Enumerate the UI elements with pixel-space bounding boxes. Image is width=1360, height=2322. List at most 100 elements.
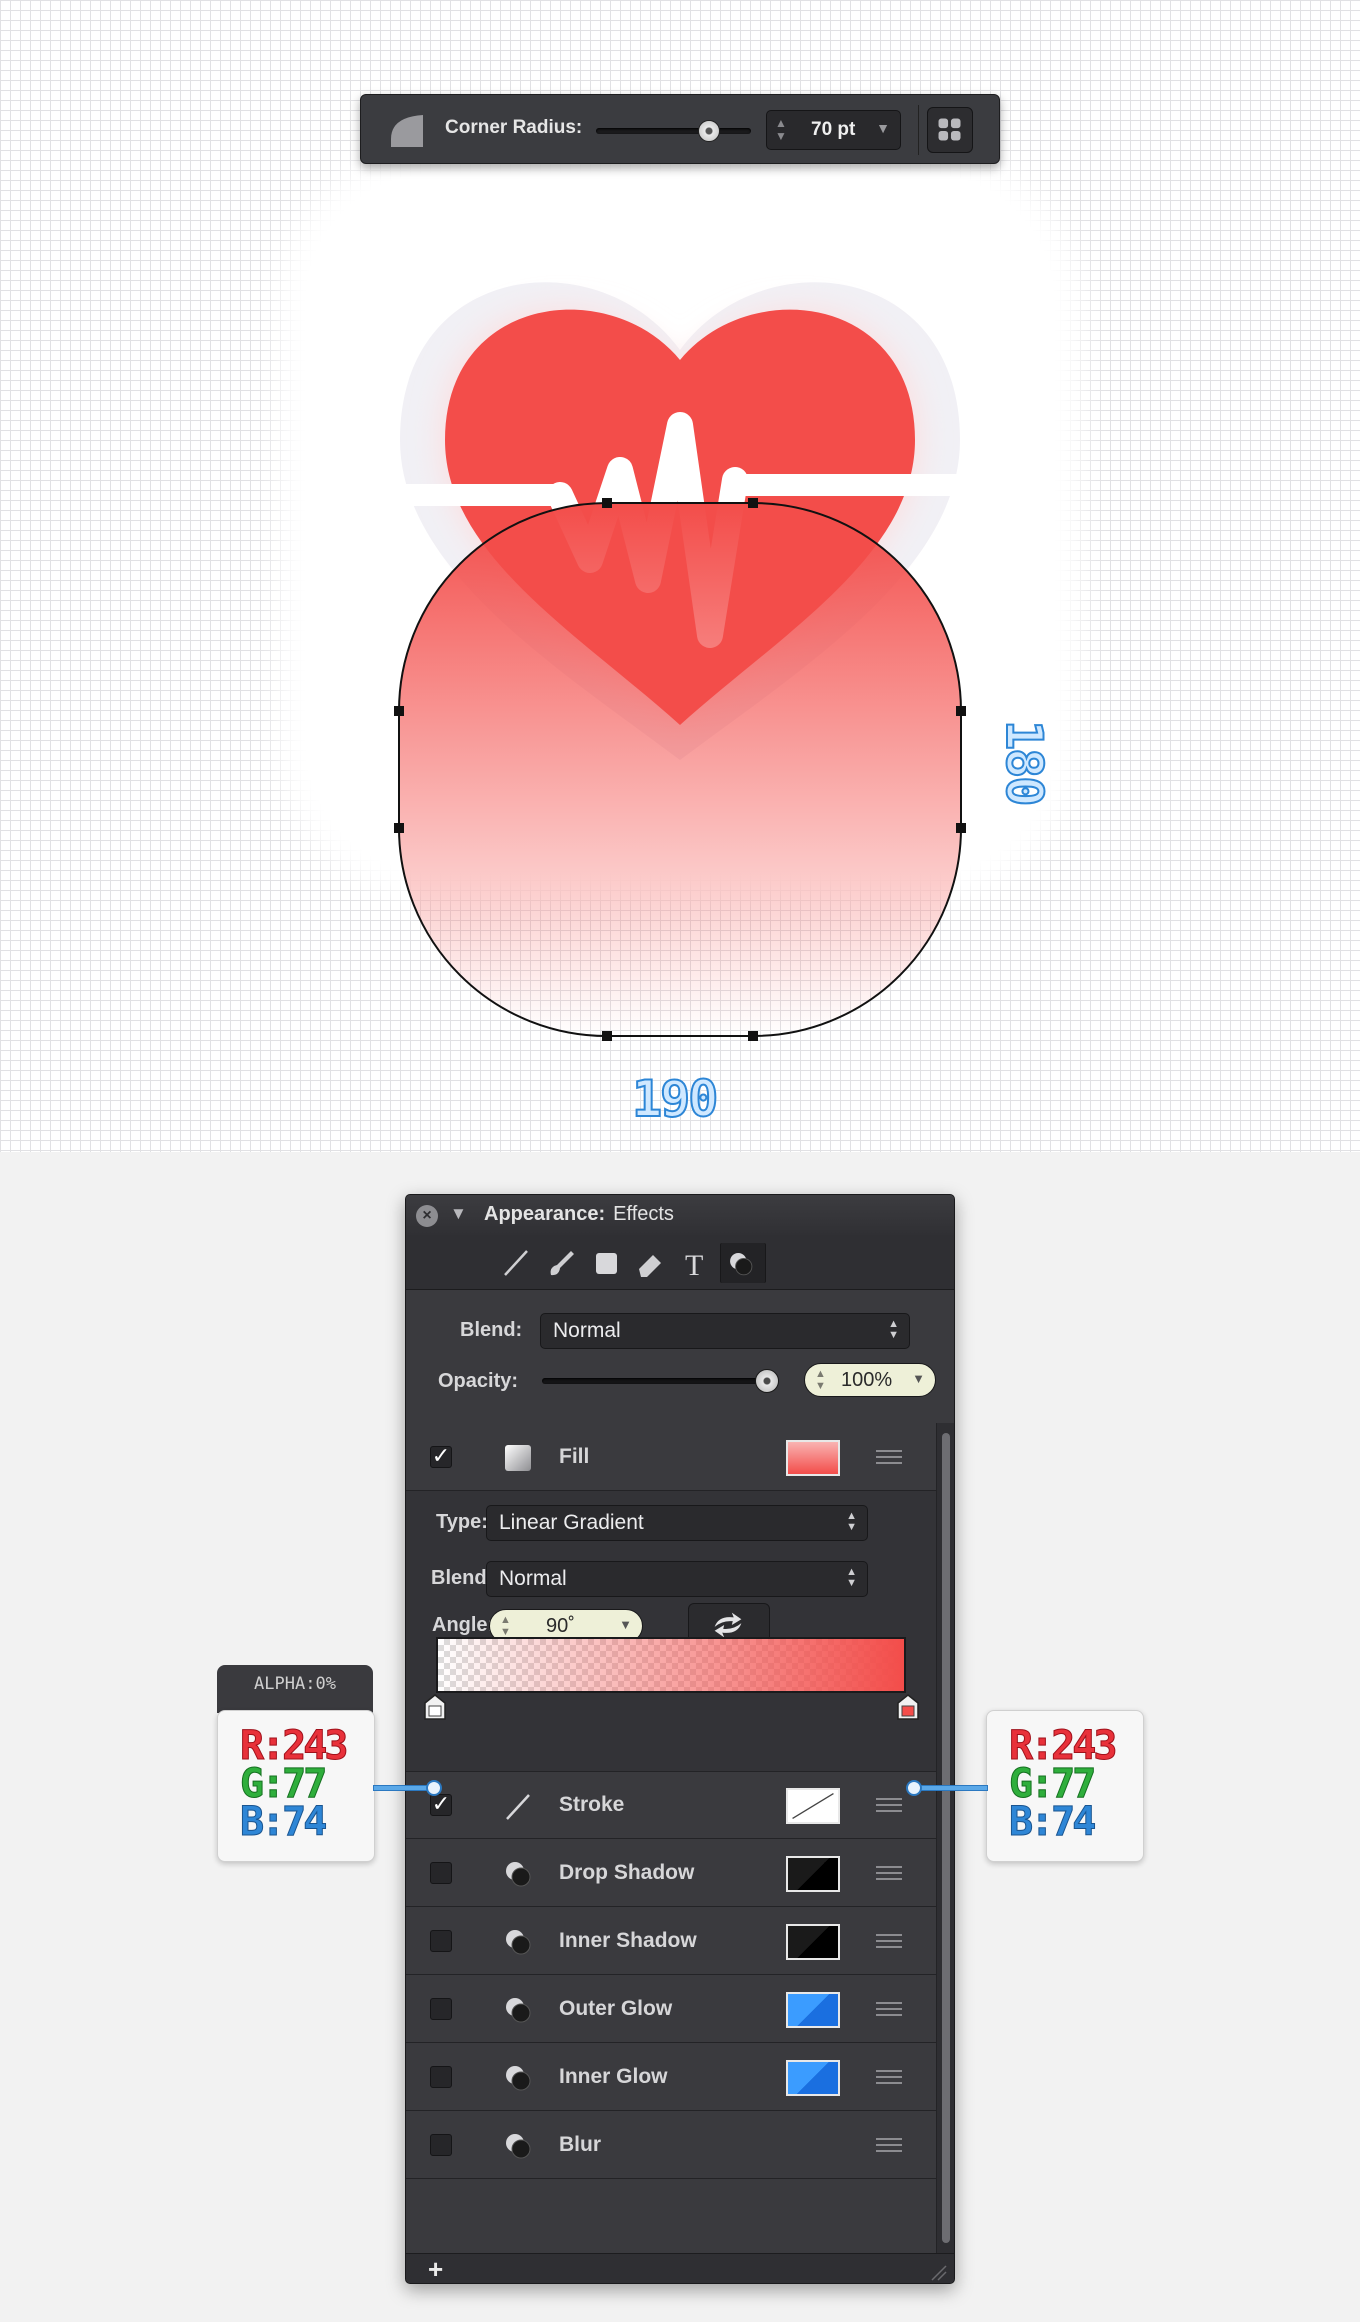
corner-radius-icon [391,115,423,147]
stepper-arrows-icon[interactable]: ▲ ▼ [775,117,787,143]
effect-row-outer-glow[interactable]: Outer Glow [406,1975,936,2043]
effect-row-blur[interactable]: Blur [406,2111,936,2179]
stepper-arrows-icon[interactable]: ▲ ▼ [815,1368,826,1392]
panel-title-subtitle: Effects [613,1203,674,1225]
inner-shadow-label: Inner Shadow [559,1929,697,1952]
stroke-icon [506,1794,530,1820]
fill-blend-dropdown[interactable]: Normal ▲ ▼ [486,1561,868,1597]
add-effect-button[interactable]: + [428,2254,443,2283]
corner-radius-label: Corner Radius: [445,117,583,138]
fill-swatch[interactable] [786,1440,840,1476]
blend-label: Blend: [460,1319,523,1341]
updown-arrows-icon[interactable]: ▲ ▼ [846,1567,857,1589]
outer-glow-checkbox[interactable] [430,1998,452,2020]
chevron-down-icon[interactable]: ▼ [619,1617,632,1632]
opacity-stepper[interactable]: ▲ ▼ 100% ▼ [804,1363,936,1397]
effect-row-fill[interactable]: ✓ Fill [406,1423,936,1491]
inner-shadow-swatch[interactable] [786,1924,840,1960]
effect-circles-icon [506,1930,531,1955]
drag-handle-icon[interactable] [876,1866,902,1882]
effect-row-drop-shadow[interactable]: Drop Shadow [406,1839,936,1907]
drag-handle-icon[interactable] [876,1450,902,1466]
effect-circles-icon [506,1998,531,2023]
fill-checkbox[interactable]: ✓ [430,1445,452,1468]
stepper-arrows-icon[interactable]: ▲ ▼ [500,1614,511,1638]
panel-footer: + [406,2253,954,2283]
fill-section: ✓ Fill Type: Linear Gradient ▲ ▼ Blend: N… [406,1423,936,1772]
height-dimension-label: 180 [994,719,1054,805]
resize-grip-icon[interactable] [928,2262,948,2282]
angle-value[interactable]: 90˚ [546,1615,575,1638]
chevron-down-icon[interactable]: ▼ [912,1371,925,1386]
tab-square-icon[interactable] [586,1243,626,1283]
appearance-panel: × ▼ Appearance: Effects T Blend: Normal ▲… [405,1194,955,2284]
corner-radius-slider-thumb[interactable] [697,120,720,142]
opacity-slider-thumb[interactable] [755,1369,779,1393]
right-connector [920,1785,988,1791]
opacity-value[interactable]: 100% [841,1369,892,1392]
chevron-down-icon[interactable]: ▼ [876,120,890,136]
corner-radius-stepper[interactable]: ▲ ▼ 70 pt ▼ [766,110,901,150]
updown-arrows-icon[interactable]: ▲ ▼ [846,1511,857,1533]
fill-blend-label: Blend: [431,1567,494,1589]
effect-row-stroke[interactable]: ✓ Stroke [406,1771,936,1839]
toolbar-divider [918,105,919,155]
artwork[interactable] [0,0,1360,1152]
tab-line-icon[interactable] [496,1243,536,1283]
width-dimension-label: 190 [631,1069,719,1129]
corner-radius-value[interactable]: 70 pt [811,119,855,141]
stroke-checkbox[interactable]: ✓ [430,1793,452,1816]
tab-brush-icon[interactable] [541,1243,581,1283]
drag-handle-icon[interactable] [876,2138,902,2154]
updown-arrows-icon[interactable]: ▲ ▼ [888,1319,899,1341]
tab-text-icon[interactable]: T [676,1243,716,1283]
effect-row-inner-glow[interactable]: Inner Glow [406,2043,936,2111]
rounded-rectangle[interactable] [398,502,962,1037]
tab-effects-icon[interactable] [720,1243,766,1283]
drag-handle-icon[interactable] [876,1934,902,1950]
corner-radius-toolbar: Corner Radius: ▲ ▼ 70 pt ▼ [360,94,1000,164]
blend-value[interactable]: Normal [553,1319,621,1343]
opacity-label: Opacity: [438,1370,519,1392]
stroke-label: Stroke [559,1793,625,1816]
drop-shadow-swatch[interactable] [786,1856,840,1892]
gradient-preview-bar[interactable] [436,1637,906,1693]
angle-label: Angle: [432,1614,495,1636]
canvas[interactable]: Corner Radius: ▲ ▼ 70 pt ▼ 190 180 [0,0,1360,1152]
effect-row-inner-shadow[interactable]: Inner Shadow [406,1907,936,1975]
gradient-type-value[interactable]: Linear Gradient [499,1511,644,1535]
outer-glow-swatch[interactable] [786,1992,840,2028]
fill-icon [505,1445,531,1471]
inner-glow-checkbox[interactable] [430,2066,452,2088]
effect-circles-icon [506,2066,531,2091]
blur-checkbox[interactable] [430,2134,452,2156]
inner-glow-swatch[interactable] [786,2060,840,2096]
gradient-type-dropdown[interactable]: Linear Gradient ▲ ▼ [486,1505,868,1541]
stroke-swatch[interactable] [786,1788,840,1824]
effect-circles-icon [506,2134,531,2159]
fill-label: Fill [559,1445,590,1468]
fill-blend-value[interactable]: Normal [499,1567,567,1591]
svg-text:T: T [685,1249,703,1282]
drag-handle-icon[interactable] [876,2070,902,2086]
blend-dropdown[interactable]: Normal ▲ ▼ [540,1313,910,1349]
left-connector-dot [426,1780,442,1796]
gradient-stop-left[interactable] [423,1693,447,1721]
panel-scrollbar[interactable] [936,1423,954,2253]
close-icon[interactable]: × [416,1205,438,1227]
inner-shadow-checkbox[interactable] [430,1930,452,1952]
gradient-stop-right[interactable] [896,1693,920,1721]
inner-glow-label: Inner Glow [559,2065,668,2088]
drag-handle-icon[interactable] [876,2002,902,2018]
tab-eraser-icon[interactable] [631,1243,671,1283]
blue-value: B:74 [239,1799,327,1846]
corner-radius-slider[interactable] [596,128,751,134]
right-color-callout: R:243 G:77 B:74 [986,1710,1144,1862]
drag-handle-icon[interactable] [876,1798,902,1814]
disclosure-triangle-icon[interactable]: ▼ [450,1204,467,1224]
scrollbar-thumb[interactable] [942,1433,950,2243]
drop-shadow-checkbox[interactable] [430,1862,452,1884]
opacity-slider[interactable] [542,1378,772,1384]
corner-select-button[interactable] [927,107,973,153]
drop-shadow-label: Drop Shadow [559,1861,695,1884]
